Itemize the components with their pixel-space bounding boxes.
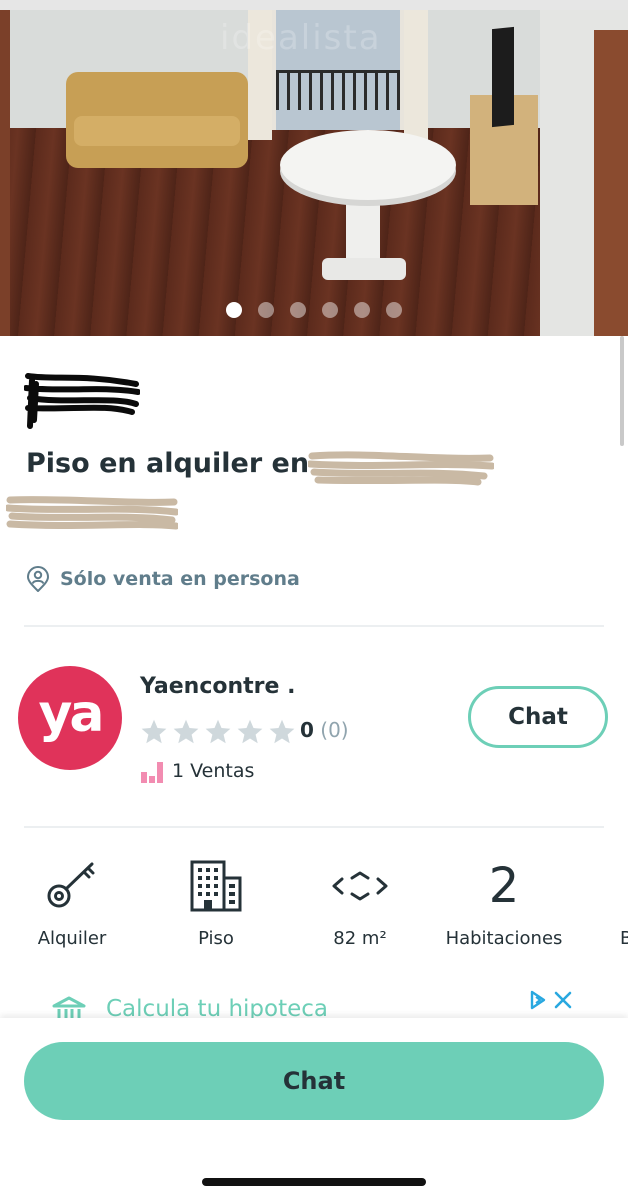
location-redaction xyxy=(308,451,494,486)
carousel-dot[interactable] xyxy=(258,302,274,318)
star-icon xyxy=(237,719,263,744)
top-status-strip xyxy=(0,0,628,10)
photo-watermark: idealista xyxy=(220,18,382,58)
photo-sofa xyxy=(66,72,248,168)
area-icon xyxy=(332,871,388,901)
building-icon xyxy=(190,860,242,912)
carousel-dot[interactable] xyxy=(386,302,402,318)
rating-value: 0 xyxy=(300,718,314,742)
seller-name[interactable]: Yaencontre . xyxy=(140,674,295,699)
carousel-dots xyxy=(226,302,402,318)
adchoices-icon[interactable] xyxy=(528,990,574,1010)
rooms-count: 2 xyxy=(488,858,520,914)
attribute-label: 82 m² xyxy=(333,928,387,949)
attribute-rooms: 2 Habitaciones xyxy=(434,858,574,949)
carousel-dot[interactable] xyxy=(226,302,242,318)
scrollbar-thumb[interactable] xyxy=(620,336,624,446)
in-person-sale-notice: Sólo venta en persona xyxy=(26,566,300,592)
seller-rating: 0 (0) xyxy=(300,718,349,742)
star-icon xyxy=(269,719,295,744)
attribute-type: Piso xyxy=(146,858,286,949)
photo-left-door xyxy=(0,10,10,336)
star-icon xyxy=(205,719,231,744)
star-icon xyxy=(173,719,199,744)
star-icon xyxy=(141,719,167,744)
photo-table-top xyxy=(280,130,456,200)
photo-carousel[interactable]: idealista xyxy=(0,10,628,336)
attribute-label: B xyxy=(620,928,628,949)
divider xyxy=(24,826,604,828)
listing-title: Piso en alquiler en xyxy=(26,448,310,479)
carousel-dot[interactable] xyxy=(290,302,306,318)
attribute-label: Alquiler xyxy=(37,928,107,949)
attribute-bathrooms: B xyxy=(578,858,628,949)
seller-avatar-text: ya xyxy=(38,684,105,744)
price-redaction xyxy=(24,373,140,429)
carousel-dot[interactable] xyxy=(354,302,370,318)
location-redaction xyxy=(6,496,178,530)
seller-avatar[interactable]: ya xyxy=(18,666,122,770)
property-attributes: Alquiler Piso 82 m² 2 Habitaciones B xyxy=(0,858,628,958)
seller-chat-button[interactable]: Chat xyxy=(468,686,608,748)
seller-sales: 1 Ventas xyxy=(140,758,254,784)
carousel-dot[interactable] xyxy=(322,302,338,318)
attribute-area: 82 m² xyxy=(290,858,430,949)
person-pin-icon xyxy=(26,566,50,592)
attribute-operation: Alquiler xyxy=(2,858,142,949)
photo-door xyxy=(594,30,628,336)
photo-curtain-right xyxy=(404,10,428,140)
sales-chart-icon xyxy=(141,762,163,783)
home-indicator[interactable] xyxy=(202,1178,426,1186)
sales-label: 1 Ventas xyxy=(172,760,255,782)
seller-rating-stars xyxy=(140,718,296,746)
in-person-sale-label: Sólo venta en persona xyxy=(60,568,300,590)
photo-tv xyxy=(492,26,514,128)
attribute-label: Piso xyxy=(198,928,234,949)
description-peek xyxy=(26,1190,606,1200)
divider xyxy=(24,625,604,627)
rating-count: (0) xyxy=(320,718,349,742)
chat-button[interactable]: Chat xyxy=(24,1042,604,1120)
attribute-label: Habitaciones xyxy=(445,928,563,949)
photo-table-base xyxy=(322,258,406,280)
key-icon xyxy=(47,862,95,908)
